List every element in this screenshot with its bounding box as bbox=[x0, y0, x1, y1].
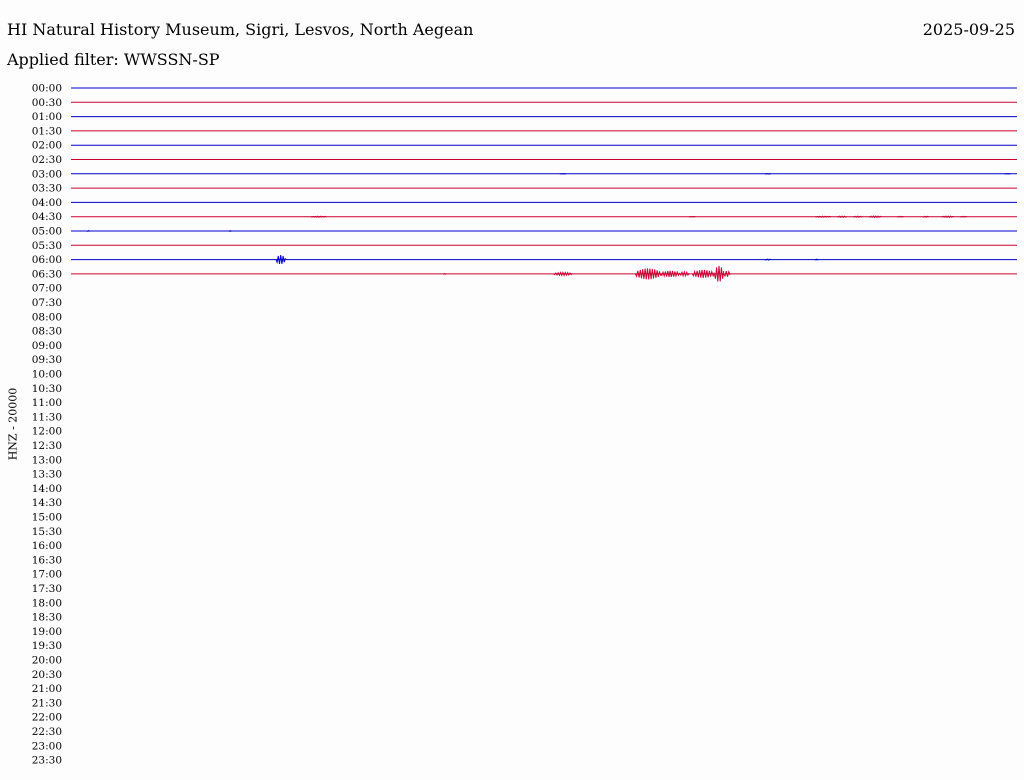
seismic-event bbox=[815, 258, 819, 261]
seismic-event bbox=[1004, 172, 1011, 175]
time-tick-label: 18:30 bbox=[32, 612, 62, 624]
time-tick-label: 06:30 bbox=[32, 268, 62, 280]
time-tick-label: 23:30 bbox=[32, 755, 62, 767]
seismic-event bbox=[764, 172, 772, 175]
time-tick-label: 05:00 bbox=[32, 226, 62, 238]
helicorder-plot: 00:00 00:30 01:00 01:30 02:00 02:30 03:00 03:30… bbox=[32, 83, 1017, 767]
time-tick-label: 22:00 bbox=[32, 712, 62, 724]
time-tick-label: 04:00 bbox=[32, 197, 62, 209]
time-tick-label: 15:30 bbox=[32, 526, 62, 538]
time-tick-label: 01:00 bbox=[32, 111, 62, 123]
time-tick-label: 14:00 bbox=[32, 483, 62, 495]
seismic-event bbox=[559, 172, 567, 175]
time-tick-label: 03:30 bbox=[32, 183, 62, 195]
time-tick-label: 17:00 bbox=[32, 569, 62, 581]
time-tick-label: 21:30 bbox=[32, 697, 62, 709]
time-tick-label: 02:00 bbox=[32, 140, 62, 152]
time-tick-label: 08:00 bbox=[32, 311, 62, 323]
time-tick-label: 12:00 bbox=[32, 426, 62, 438]
time-tick-label: 07:30 bbox=[32, 297, 62, 309]
time-tick-label: 08:30 bbox=[32, 326, 62, 338]
time-tick-label: 14:30 bbox=[32, 497, 62, 509]
seismic-event bbox=[960, 215, 967, 218]
time-tick-label: 09:30 bbox=[32, 354, 62, 366]
time-tick-label: 21:00 bbox=[32, 683, 62, 695]
time-tick-label: 00:00 bbox=[32, 83, 62, 95]
seismic-event bbox=[228, 229, 233, 232]
time-tick-label: 19:00 bbox=[32, 626, 62, 638]
time-tick-label: 20:30 bbox=[32, 669, 62, 681]
time-tick-label: 15:00 bbox=[32, 512, 62, 524]
seismic-event bbox=[86, 229, 91, 232]
time-tick-label: 22:30 bbox=[32, 726, 62, 738]
time-tick-label: 01:30 bbox=[32, 125, 62, 137]
time-tick-label: 06:00 bbox=[32, 254, 62, 266]
time-tick-label: 10:00 bbox=[32, 369, 62, 381]
time-tick-label: 16:30 bbox=[32, 554, 62, 566]
time-tick-label: 00:30 bbox=[32, 97, 62, 109]
seismic-event bbox=[634, 268, 662, 280]
time-tick-label: 16:00 bbox=[32, 540, 62, 552]
time-tick-label: 04:30 bbox=[32, 211, 62, 223]
time-tick-label: 11:00 bbox=[32, 397, 62, 409]
time-tick-label: 03:00 bbox=[32, 168, 62, 180]
time-tick-label: 20:00 bbox=[32, 655, 62, 667]
time-tick-label: 23:00 bbox=[32, 740, 62, 752]
time-tick-label: 18:00 bbox=[32, 597, 62, 609]
time-tick-label: 02:30 bbox=[32, 154, 62, 166]
time-tick-label: 13:30 bbox=[32, 469, 62, 481]
time-tick-label: 09:00 bbox=[32, 340, 62, 352]
time-tick-label: 19:30 bbox=[32, 640, 62, 652]
seismic-event bbox=[442, 272, 447, 275]
time-tick-label: 07:00 bbox=[32, 283, 62, 295]
time-tick-label: 12:30 bbox=[32, 440, 62, 452]
seismic-event bbox=[689, 215, 696, 218]
time-tick-label: 17:30 bbox=[32, 583, 62, 595]
time-tick-label: 10:30 bbox=[32, 383, 62, 395]
time-tick-label: 13:00 bbox=[32, 454, 62, 466]
time-tick-label: 05:30 bbox=[32, 240, 62, 252]
time-tick-label: 11:30 bbox=[32, 411, 62, 423]
